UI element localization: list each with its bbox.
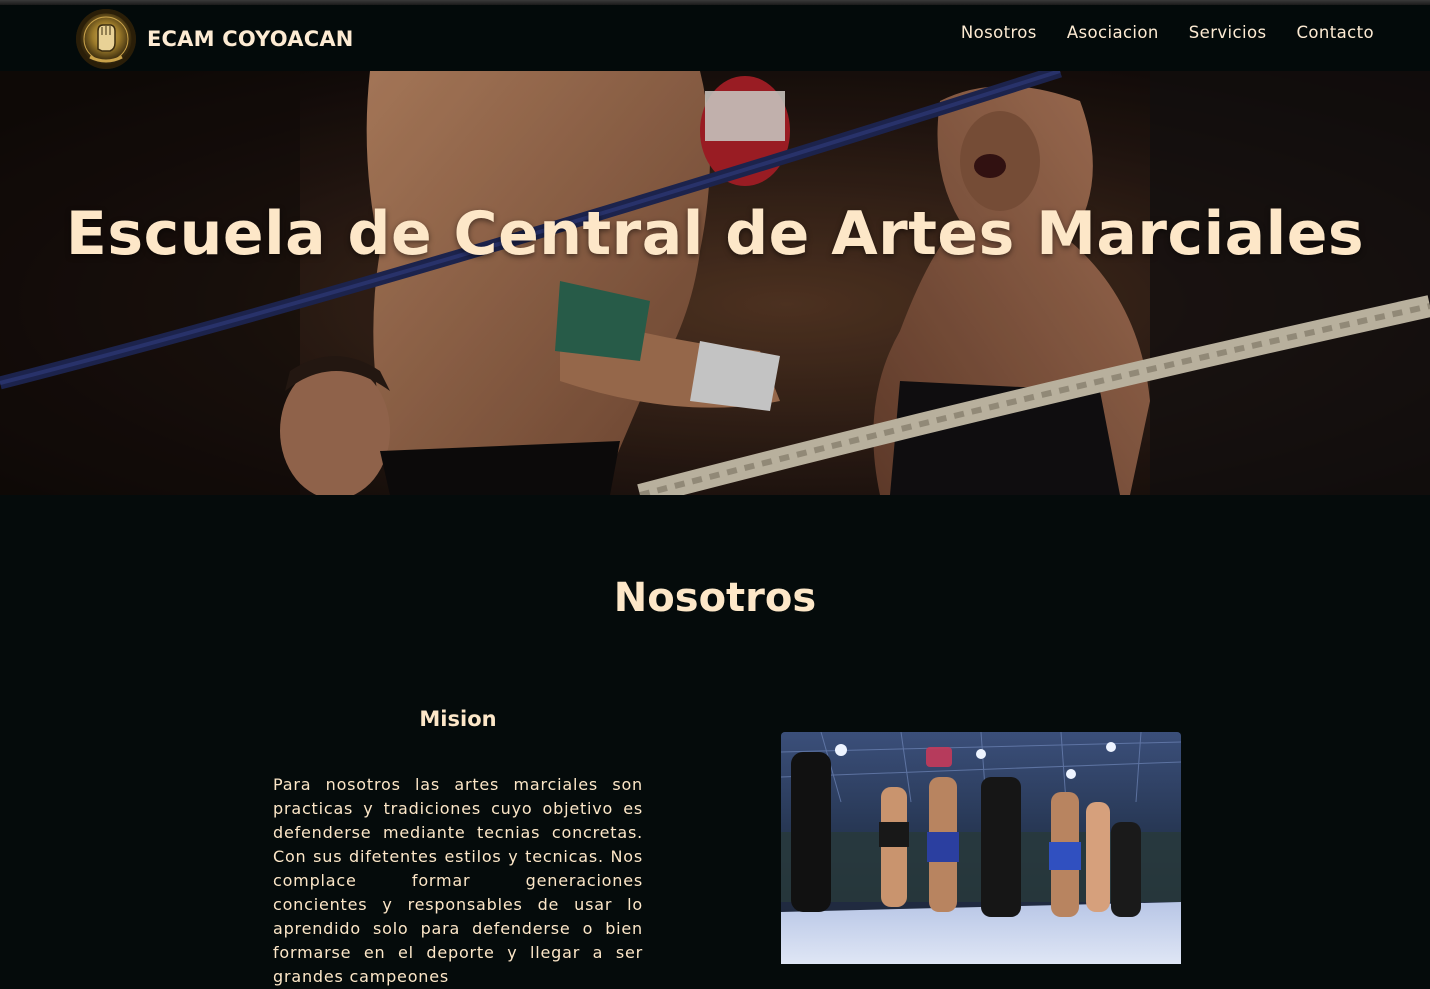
kickboxing-hero-image bbox=[0, 71, 1430, 495]
nav-link-nosotros[interactable]: Nosotros bbox=[961, 23, 1037, 42]
hero-banner: Escuela de Central de Artes Marciales bbox=[0, 71, 1430, 495]
nav-link-asociacion[interactable]: Asociacion bbox=[1067, 23, 1159, 42]
brand-link[interactable]: ECAM COYOACAN bbox=[76, 9, 354, 69]
nav-link-servicios[interactable]: Servicios bbox=[1189, 23, 1267, 42]
hero-title: Escuela de Central de Artes Marciales bbox=[65, 199, 1365, 269]
navbar: ECAM COYOACAN Nosotros Asociacion Servic… bbox=[0, 5, 1430, 71]
nav-link-contacto[interactable]: Contacto bbox=[1297, 23, 1375, 42]
brand-name: ECAM COYOACAN bbox=[147, 27, 354, 51]
fighters-ring-photo bbox=[781, 732, 1181, 964]
nav-links: Nosotros Asociacion Servicios Contacto bbox=[931, 23, 1374, 42]
nosotros-title: Nosotros bbox=[613, 575, 817, 621]
mision-heading: Mision bbox=[419, 707, 497, 731]
muay-thai-logo-icon bbox=[76, 9, 136, 69]
mision-text: Para nosotros las artes marciales son pr… bbox=[273, 775, 643, 986]
